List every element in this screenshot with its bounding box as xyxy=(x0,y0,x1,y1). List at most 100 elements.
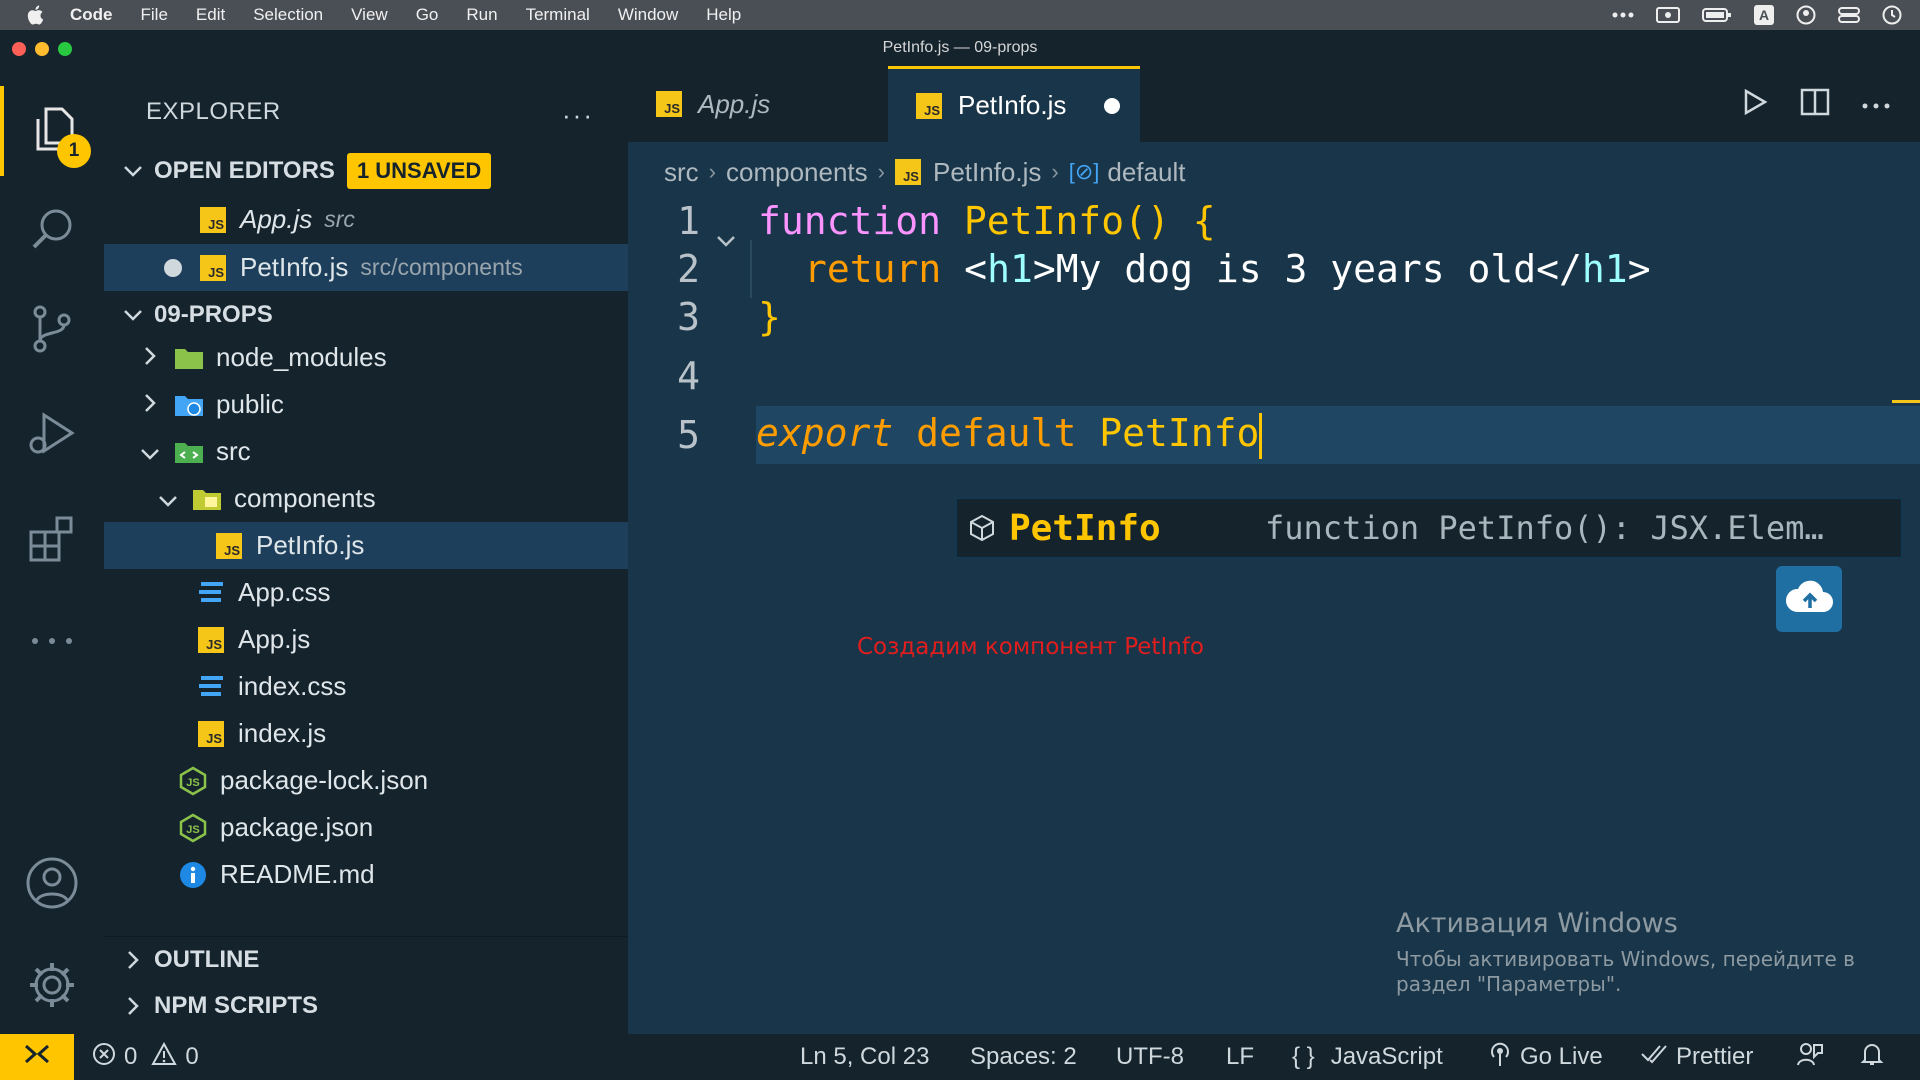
tree-item-node-modules[interactable]: node_modules xyxy=(104,334,628,381)
src-folder-icon xyxy=(174,437,204,467)
go-live-button[interactable]: Go Live xyxy=(1488,1034,1603,1080)
indentation[interactable]: Spaces: 2 xyxy=(970,1034,1077,1080)
chevron-right-icon: › xyxy=(877,159,885,184)
code-content: return <h1>My dog is 3 years old</h1> xyxy=(804,247,1651,291)
breadcrumb-item[interactable]: PetInfo.js xyxy=(933,157,1041,188)
cursor-position[interactable]: Ln 5, Col 23 xyxy=(800,1034,929,1080)
cloud-upload-button[interactable] xyxy=(1776,566,1842,632)
problems-indicator[interactable]: 0 0 xyxy=(92,1034,199,1080)
tree-item-package-lock[interactable]: JS package-lock.json xyxy=(104,757,628,804)
suggestion-label: PetInfo xyxy=(1009,507,1161,549)
tab-bar: JS App.js JS PetInfo.js xyxy=(628,66,1920,142)
encoding[interactable]: UTF-8 xyxy=(1116,1034,1184,1080)
tree-item-index-js[interactable]: JS index.js xyxy=(104,710,628,757)
scrollbar-marker[interactable] xyxy=(1892,400,1920,403)
breadcrumb-item[interactable]: default xyxy=(1107,157,1185,188)
tab-label: App.js xyxy=(698,88,771,119)
language-mode[interactable]: { } JavaScript xyxy=(1292,1034,1443,1080)
notifications-button[interactable] xyxy=(1860,1034,1884,1080)
tree-item-app-css[interactable]: App.css xyxy=(104,569,628,616)
activity-search[interactable] xyxy=(0,186,104,276)
activity-manage[interactable] xyxy=(0,942,104,1032)
activity-run-debug[interactable] xyxy=(0,391,104,481)
tree-item-readme[interactable]: README.md xyxy=(104,851,628,898)
open-editors-section[interactable]: OPEN EDITORS 1 UNSAVED xyxy=(104,148,628,194)
tree-item-label: App.css xyxy=(238,577,331,607)
control-center-icon[interactable] xyxy=(1838,6,1860,24)
more-actions-icon[interactable] xyxy=(1862,96,1890,114)
suggestion-detail: function PetInfo(): JSX.Elem… xyxy=(1265,509,1824,547)
apple-icon[interactable] xyxy=(26,5,50,25)
outline-section[interactable]: OUTLINE xyxy=(104,936,628,982)
menu-help[interactable]: Help xyxy=(706,5,741,25)
npm-scripts-section[interactable]: NPM SCRIPTS xyxy=(104,983,628,1029)
battery-icon[interactable] xyxy=(1702,7,1732,23)
explorer-more-actions[interactable]: ··· xyxy=(562,100,594,131)
autocomplete-suggestion[interactable]: PetInfo function PetInfo(): JSX.Elem… xyxy=(956,498,1902,558)
open-editor-item-active[interactable]: JS PetInfo.js src/components xyxy=(104,244,628,291)
keyboard-input-icon[interactable]: A xyxy=(1754,5,1774,25)
js-file-icon: JS xyxy=(916,92,942,119)
tab-petinfo-js[interactable]: JS PetInfo.js xyxy=(888,66,1140,142)
info-icon xyxy=(178,860,208,890)
tree-item-app-js[interactable]: JS App.js xyxy=(104,616,628,663)
more-status-icon[interactable] xyxy=(1612,12,1634,18)
menu-go[interactable]: Go xyxy=(416,5,439,25)
double-check-icon xyxy=(1640,1043,1668,1071)
activity-more[interactable] xyxy=(0,596,104,686)
breadcrumb-item[interactable]: src xyxy=(664,157,699,188)
breadcrumb-item[interactable]: components xyxy=(726,157,868,188)
split-editor-icon[interactable] xyxy=(1800,88,1830,121)
tree-item-index-css[interactable]: index.css xyxy=(104,663,628,710)
menu-window[interactable]: Window xyxy=(618,5,678,25)
unsaved-dot-icon[interactable] xyxy=(1104,97,1121,114)
end-of-line[interactable]: LF xyxy=(1226,1034,1254,1080)
mac-menu-bar: Code File Edit Selection View Go Run Ter… xyxy=(0,0,1920,30)
feedback-button[interactable] xyxy=(1796,1034,1824,1080)
node-folder-icon xyxy=(174,343,204,373)
js-file-icon: JS xyxy=(894,159,921,185)
remote-button[interactable] xyxy=(0,1034,74,1080)
chevron-right-icon xyxy=(112,950,154,970)
zoom-window-button[interactable] xyxy=(58,42,72,56)
user-account-icon[interactable] xyxy=(1796,5,1816,25)
line-number: 2 xyxy=(677,247,700,291)
activity-extensions[interactable] xyxy=(0,496,104,586)
code-line-5: 5 export default PetInfo xyxy=(628,406,1920,464)
tree-item-petinfo[interactable]: JS PetInfo.js xyxy=(104,522,628,569)
activity-accounts[interactable] xyxy=(0,840,104,930)
screen-record-icon[interactable] xyxy=(1656,6,1680,24)
project-section[interactable]: 09-PROPS xyxy=(104,292,628,338)
tree-item-label: src xyxy=(216,436,251,466)
tab-app-js[interactable]: JS App.js xyxy=(628,66,888,142)
unsaved-dot-icon[interactable] xyxy=(164,258,182,277)
activity-explorer[interactable]: 1 xyxy=(0,86,104,176)
line-number: 1 xyxy=(677,199,700,243)
menu-run[interactable]: Run xyxy=(466,5,497,25)
tree-item-components[interactable]: components xyxy=(104,475,628,522)
extensions-icon xyxy=(27,514,77,569)
tree-item-public[interactable]: public xyxy=(104,381,628,428)
tree-item-src[interactable]: src xyxy=(104,428,628,475)
public-folder-icon xyxy=(174,390,204,420)
tree-item-package-json[interactable]: JS package.json xyxy=(104,804,628,851)
clock-icon[interactable] xyxy=(1882,5,1902,25)
menu-edit[interactable]: Edit xyxy=(196,5,225,25)
menu-terminal[interactable]: Terminal xyxy=(526,5,590,25)
menu-view[interactable]: View xyxy=(351,5,388,25)
prettier-button[interactable]: Prettier xyxy=(1640,1034,1753,1080)
menu-selection[interactable]: Selection xyxy=(253,5,323,25)
open-editor-item[interactable]: JS App.js src xyxy=(104,196,628,243)
run-icon[interactable] xyxy=(1742,88,1768,121)
more-icon xyxy=(30,632,74,650)
menu-file[interactable]: File xyxy=(141,5,168,25)
warning-count: 0 xyxy=(185,1043,199,1070)
tree-item-label: PetInfo.js xyxy=(256,530,365,560)
close-window-button[interactable] xyxy=(12,42,26,56)
activity-source-control[interactable] xyxy=(0,286,104,376)
remote-icon xyxy=(23,1042,51,1073)
minimize-window-button[interactable] xyxy=(35,42,49,56)
menu-app-name[interactable]: Code xyxy=(70,5,113,25)
search-icon xyxy=(28,205,76,258)
tree-item-label: node_modules xyxy=(216,342,387,372)
